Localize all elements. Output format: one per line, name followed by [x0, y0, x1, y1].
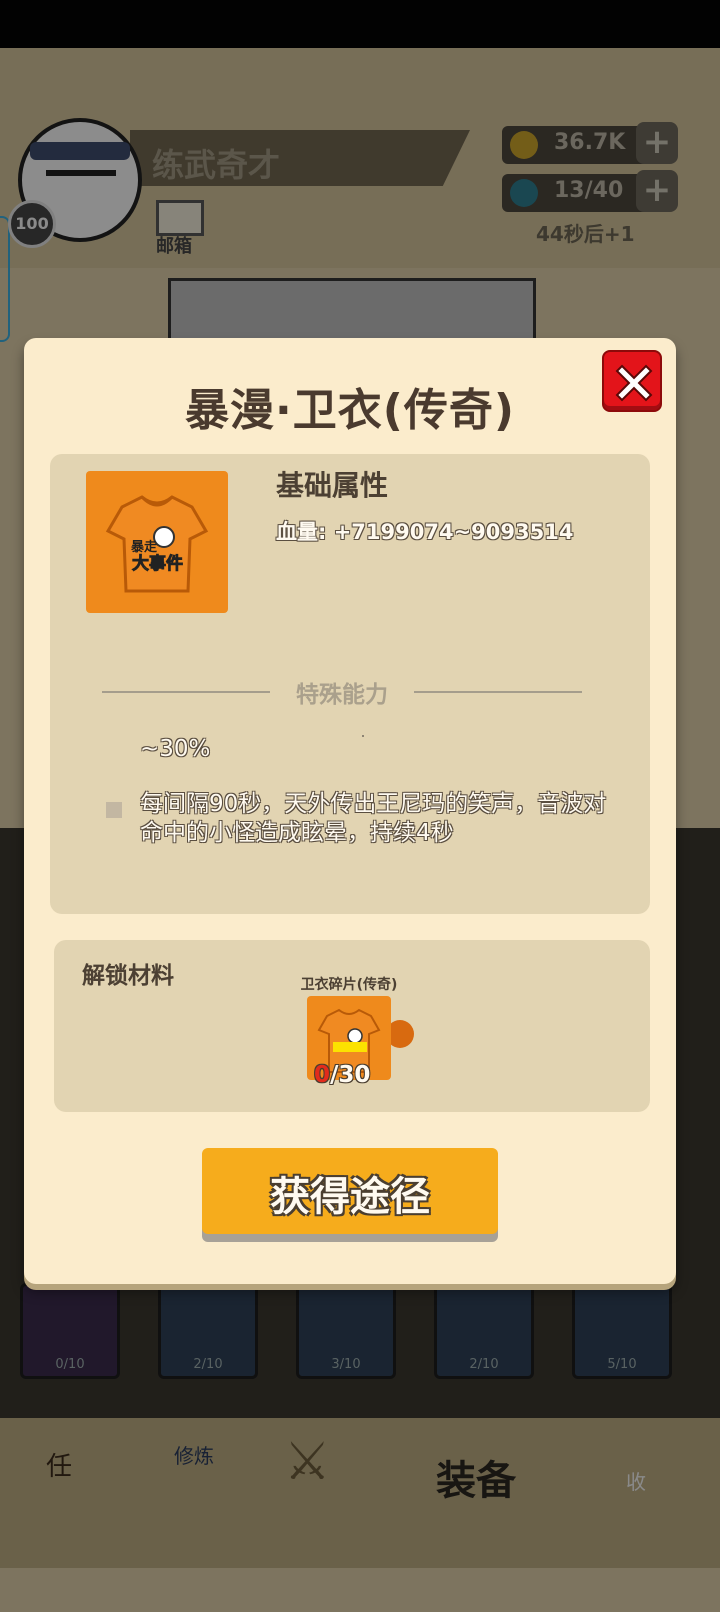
attribute-panel: 暴走 大事件 基础属性 血量: +7199074~9093514 特殊能力 ~3… [50, 454, 650, 914]
bullet-icon [106, 802, 122, 818]
get-source-label: 获得途径 [270, 1174, 430, 1220]
item-title: 暴漫·卫衣(传奇) [185, 385, 515, 436]
divider [414, 691, 582, 693]
fragment-count: 0/30 [314, 1062, 370, 1088]
hp-attribute: 血量: +7199074~9093514 [276, 520, 574, 544]
fragment-label: 卫衣碎片(传奇) [300, 977, 398, 993]
shirt-logo-top: 暴走 [130, 539, 158, 555]
fragment-required: /30 [330, 1062, 371, 1088]
special-ability-title: 特殊能力 [296, 682, 388, 708]
unlock-material-title: 解锁材料 [82, 963, 174, 989]
special-description: 每间隔90秒，天外传出王尼玛的笑声，音波对命中的小怪造成眩晕，持续4秒 [140, 791, 607, 846]
orange-tshirt-icon: 暴走 大事件 [86, 471, 228, 613]
shirt-logo-bottom: 大事件 [132, 553, 183, 574]
fragment-owned: 0 [314, 1062, 331, 1088]
close-x-icon [615, 364, 653, 402]
get-source-button[interactable]: 获得途径 [202, 1148, 498, 1234]
divider [102, 691, 270, 693]
item-detail-modal: 暴漫·卫衣(传奇) 暴走 大事件 基础属性 血量: +7199074~90935… [24, 338, 676, 1284]
decoration-dot [362, 735, 364, 737]
special-percent: ~30% [140, 736, 211, 762]
close-button[interactable] [602, 350, 662, 412]
unlock-material-panel: 解锁材料 卫衣碎片(传奇) 0/30 [54, 940, 650, 1112]
base-attribute-title: 基础属性 [276, 469, 389, 502]
